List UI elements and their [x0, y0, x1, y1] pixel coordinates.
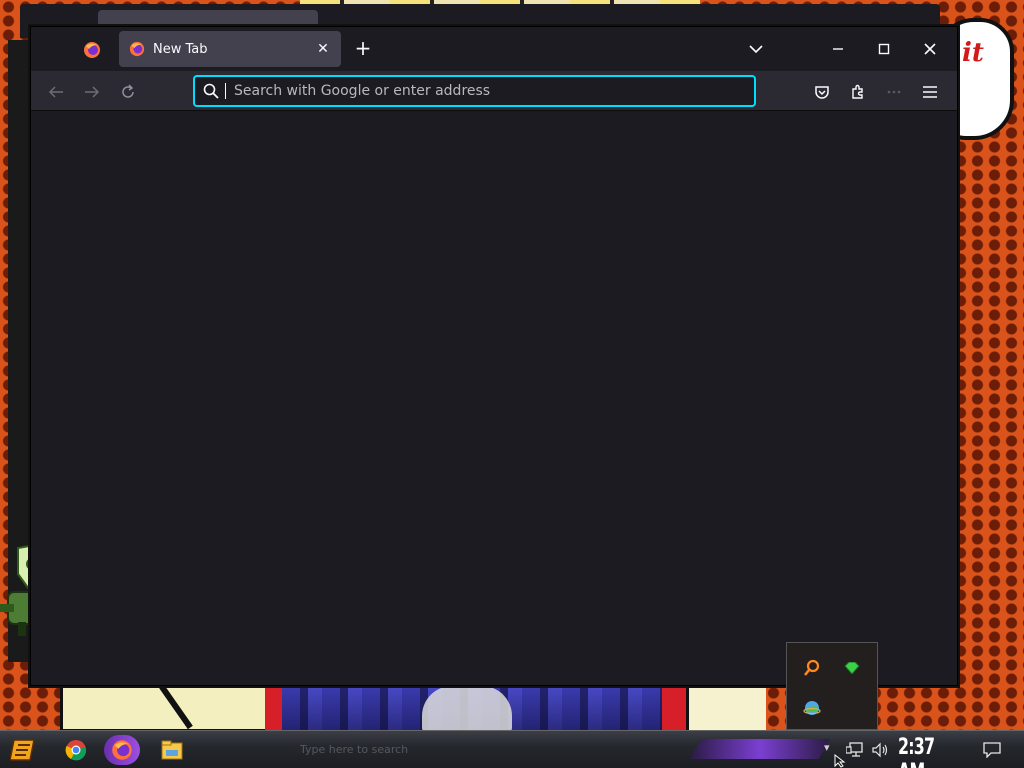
navigation-toolbar [31, 71, 957, 111]
firefox-view-button[interactable] [79, 37, 105, 63]
wallpaper-comic-panel-left [60, 686, 270, 732]
minimize-button[interactable] [815, 31, 861, 67]
taskbar: Type here to search ▾ 2:37 AM [0, 730, 1024, 768]
hamburger-icon [923, 86, 937, 98]
save-to-pocket-button[interactable] [809, 79, 835, 105]
green-gem-icon[interactable] [841, 657, 863, 679]
extensions-button[interactable] [845, 79, 871, 105]
puzzle-icon [852, 84, 863, 99]
tray-overflow-popup [786, 642, 878, 730]
volume-icon[interactable] [870, 739, 892, 761]
wallpaper-comic-panel-city [282, 686, 662, 732]
wallpaper-red-stripe-2 [662, 686, 688, 732]
new-tab-button[interactable]: + [351, 37, 375, 61]
search-icon [203, 83, 219, 99]
back-button[interactable] [43, 79, 69, 105]
start-button[interactable] [8, 735, 40, 765]
list-all-tabs-button[interactable] [745, 39, 767, 59]
page-content-area[interactable] [31, 112, 957, 685]
pocket-icon [815, 86, 829, 99]
mouse-cursor-icon [834, 754, 846, 768]
forward-button[interactable] [79, 79, 105, 105]
chrome-icon [65, 740, 87, 761]
speech-bubble-text: it [962, 38, 984, 68]
maximize-icon [878, 43, 890, 55]
file-explorer-icon [161, 740, 183, 760]
network-icon[interactable] [844, 739, 866, 761]
chevron-down-icon [749, 45, 763, 54]
comic-figure-image [422, 686, 512, 732]
taskbar-clock[interactable]: 2:37 AM [898, 735, 954, 768]
wallpaper-comic-panel-right [686, 686, 766, 732]
minimize-icon [833, 48, 843, 50]
close-tab-icon[interactable]: ✕ [315, 41, 331, 57]
firefox-taskbar-button[interactable] [104, 735, 140, 765]
app-menu-button[interactable] [917, 79, 943, 105]
show-hidden-icons-chevron-icon[interactable]: ▾ [824, 741, 830, 754]
url-input[interactable] [234, 83, 754, 99]
globe-icon[interactable] [801, 697, 823, 719]
tab-new-tab[interactable]: New Tab ✕ [119, 31, 341, 67]
text-caret [225, 83, 226, 99]
taskbar-purple-accent [690, 739, 830, 759]
firefox-logo-icon [84, 42, 100, 58]
reload-icon [122, 84, 134, 98]
close-window-button[interactable] [907, 31, 953, 67]
more-dots-icon [887, 90, 901, 94]
maximize-button[interactable] [861, 31, 907, 67]
tab-bar: New Tab ✕ + [31, 27, 957, 71]
arrow-right-icon [85, 86, 100, 98]
file-explorer-taskbar-button[interactable] [156, 735, 188, 765]
arrow-left-icon [48, 86, 63, 98]
chrome-taskbar-button[interactable] [60, 735, 92, 765]
reload-button[interactable] [115, 79, 141, 105]
magnifier-icon[interactable] [801, 657, 823, 679]
start-icon [10, 739, 35, 761]
taskbar-search-hint[interactable]: Type here to search [280, 737, 680, 763]
tab-title: New Tab [153, 41, 208, 57]
tab-favicon-icon [129, 41, 145, 57]
overflow-toolbar-item[interactable] [881, 79, 907, 105]
firefox-icon [112, 740, 132, 760]
address-bar[interactable] [193, 75, 756, 107]
firefox-window: New Tab ✕ + [30, 26, 958, 686]
action-center-icon[interactable] [980, 739, 1004, 761]
close-icon [924, 43, 936, 55]
